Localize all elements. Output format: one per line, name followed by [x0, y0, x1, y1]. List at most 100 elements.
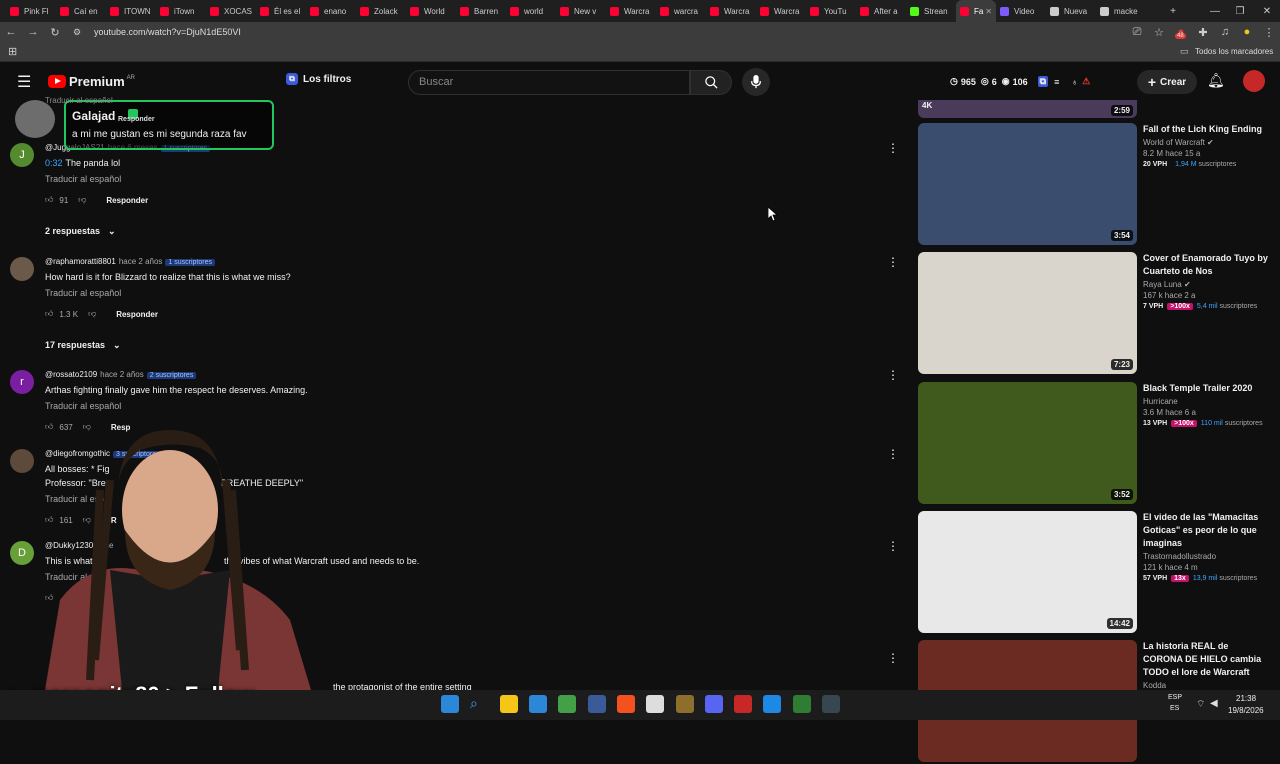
browser-tab[interactable]: Zolack [356, 0, 406, 22]
comment-author[interactable]: @rossato2109 [45, 370, 97, 379]
video-thumbnail[interactable]: 3:52 [918, 382, 1137, 504]
translate-link[interactable]: Traducir al español [45, 401, 885, 411]
video-channel[interactable]: Trastornadollustrado [1143, 552, 1268, 561]
close-tab-icon[interactable]: ✕ [985, 7, 992, 16]
browser-tab[interactable]: world [506, 0, 556, 22]
hamburger-menu-icon[interactable]: ☰ [17, 72, 31, 92]
comment-avatar[interactable]: r [10, 370, 34, 394]
related-video-item[interactable]: 7:23 Cover of Enamorado Tuyo by Cuarteto … [918, 252, 1268, 376]
video-channel[interactable]: World of Warcraft ✔ [1143, 138, 1268, 147]
youtube-logo[interactable]: Premium AR [48, 74, 135, 89]
site-info-icon[interactable]: ⚙ [66, 27, 88, 38]
puzzle-icon[interactable]: ✚ [1192, 26, 1214, 39]
like-icon[interactable]: 👍︎ [45, 195, 53, 205]
comment-avatar[interactable]: J [10, 143, 34, 167]
browser-tab[interactable]: Warcra [756, 0, 806, 22]
list-icon[interactable]: ≡ [1054, 77, 1059, 87]
voice-search-button[interactable] [742, 68, 770, 96]
browser-tab[interactable]: Barren [456, 0, 506, 22]
reply-button[interactable]: Responder [106, 196, 148, 205]
app-icon-blue[interactable] [588, 695, 606, 713]
browser-tab[interactable]: Video [996, 0, 1046, 22]
browser-tab[interactable]: New v [556, 0, 606, 22]
video-thumbnail[interactable]: 14:42 [918, 511, 1137, 633]
browser-tab[interactable]: Nueva [1046, 0, 1096, 22]
notifications-bell-icon[interactable]: 🔔︎ [1207, 72, 1225, 89]
browser-tab[interactable]: After a [856, 0, 906, 22]
maximize-button[interactable]: ❐ [1225, 0, 1255, 22]
translate-link[interactable]: Traducir al español [45, 174, 885, 184]
comment-menu-icon[interactable]: ⋮ [887, 447, 899, 461]
video-title[interactable]: Cover of Enamorado Tuyo by Cuarteto de N… [1143, 252, 1268, 278]
video-title[interactable]: La historia REAL de CORONA DE HIELO camb… [1143, 640, 1268, 679]
reply-button[interactable]: Responder [116, 310, 158, 319]
profile-icon[interactable]: ● [1236, 26, 1258, 38]
tool-icon[interactable]: ⧉ [1037, 76, 1049, 87]
browser-tab[interactable]: warcra [656, 0, 706, 22]
search-taskbar-icon[interactable]: ⌕ [470, 695, 488, 713]
lang-indicator[interactable]: ESP [1168, 694, 1182, 701]
related-video-item[interactable]: 14:42 El video de las "Mamacitas Goticas"… [918, 511, 1268, 635]
close-window-button[interactable]: ✕ [1252, 0, 1280, 22]
comment-time[interactable]: hace 2 años [100, 370, 144, 379]
app-icon-chart[interactable] [793, 695, 811, 713]
new-tab-button[interactable]: + [1158, 0, 1188, 22]
browser-tab[interactable]: macke [1096, 0, 1146, 22]
related-video-item[interactable]: 3:52 Black Temple Trailer 2020 Hurricane 3.… [918, 382, 1268, 506]
app-icon-green[interactable] [558, 695, 576, 713]
video-title[interactable]: Fall of the Lich King Ending [1143, 123, 1268, 136]
replies-toggle[interactable]: 17 respuestas ⌄ [45, 340, 121, 351]
video-title[interactable]: El video de las "Mamacitas Goticas" es p… [1143, 511, 1268, 550]
dislike-icon[interactable]: 👎︎ [78, 195, 86, 205]
browser-tab[interactable]: Warcra [706, 0, 756, 22]
wow-icon[interactable] [676, 695, 694, 713]
related-thumb-partial[interactable]: 4K 2:59 [918, 100, 1137, 118]
wifi-icon[interactable]: ⌔ [1196, 698, 1205, 711]
discord-icon[interactable] [705, 695, 723, 713]
filters-button[interactable]: ⧉ Los filtros [286, 73, 351, 85]
ndi-icon[interactable] [646, 695, 664, 713]
app-icon-dark[interactable] [822, 695, 840, 713]
comment-menu-icon[interactable]: ⋮ [887, 368, 899, 382]
browser-tab[interactable]: Warcra [606, 0, 656, 22]
browser-tab[interactable]: Fa ✕ [956, 0, 996, 22]
comment-author[interactable]: @raphamoratti8801 [45, 257, 116, 266]
app-icon-arrow[interactable] [763, 695, 781, 713]
comment-menu-icon[interactable]: ⋮ [887, 141, 899, 155]
comment-timestamp-link[interactable]: 0:32 [45, 158, 63, 168]
clock-time[interactable]: 21:38 [1236, 694, 1256, 703]
related-video-item[interactable]: 3:54 Fall of the Lich King Ending World of… [918, 123, 1268, 247]
replies-toggle[interactable]: 2 respuestas ⌄ [45, 226, 116, 237]
app-icon-red[interactable] [734, 695, 752, 713]
like-icon[interactable]: 👍︎ [45, 309, 53, 319]
dislike-icon[interactable]: 👎︎ [88, 309, 96, 319]
bookmark-star-icon[interactable]: ☆ [1148, 26, 1170, 39]
file-explorer-icon[interactable] [500, 695, 518, 713]
browser-tab[interactable]: ITOWN [106, 0, 156, 22]
comment-menu-icon[interactable]: ⋮ [887, 539, 899, 553]
browser-tab[interactable]: iTown [156, 0, 206, 22]
back-icon[interactable]: ← [0, 26, 22, 38]
reload-icon[interactable]: ↻ [44, 26, 66, 39]
cast-icon[interactable]: ⎚ [1126, 26, 1148, 39]
browser-tab[interactable]: YouTu [806, 0, 856, 22]
browser-tab[interactable]: Caí en [56, 0, 106, 22]
video-channel[interactable]: Hurricane [1143, 397, 1268, 406]
video-channel[interactable]: Raya Luna ✔ [1143, 280, 1268, 289]
apps-grid-icon[interactable]: ⊞ [8, 45, 17, 58]
volume-icon[interactable]: ◀︎ [1210, 698, 1218, 709]
video-title[interactable]: Black Temple Trailer 2020 [1143, 382, 1268, 395]
forward-icon[interactable]: → [22, 26, 44, 38]
video-thumbnail[interactable]: 7:23 [918, 252, 1137, 374]
brave-icon[interactable] [617, 695, 635, 713]
search-button[interactable] [690, 70, 732, 95]
url-field[interactable]: youtube.com/watch?v=DjuN1dE50VI [94, 27, 1126, 37]
comment-time[interactable]: hace 2 años [119, 257, 163, 266]
menu-icon[interactable]: ⋮ [1258, 26, 1280, 39]
search-input[interactable]: Buscar [408, 70, 690, 95]
video-channel[interactable]: Kodda [1143, 681, 1268, 690]
comment-menu-icon[interactable]: ⋮ [887, 651, 899, 665]
media-icon[interactable]: ♫ [1214, 26, 1236, 38]
all-bookmarks-link[interactable]: Todos los marcadores [1195, 47, 1273, 56]
comment-menu-icon[interactable]: ⋮ [887, 255, 899, 269]
